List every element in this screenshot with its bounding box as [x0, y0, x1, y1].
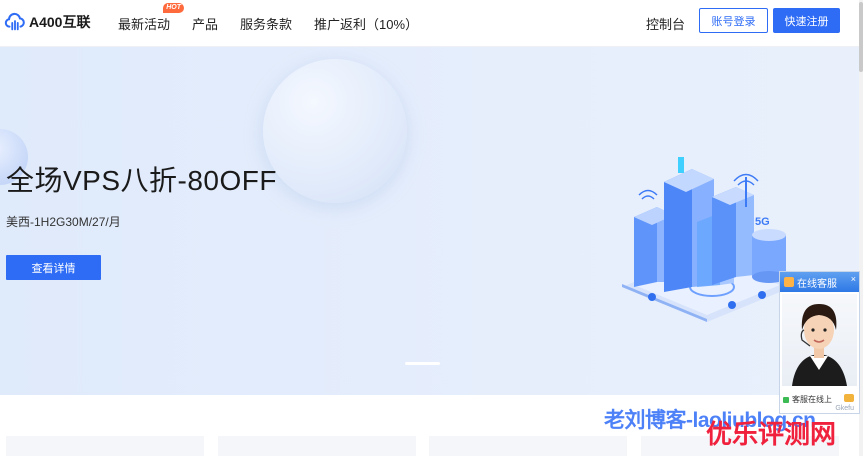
product-card[interactable] — [429, 436, 627, 456]
decorative-bubble — [263, 59, 407, 203]
nav-item-label: 最新活动 — [118, 17, 171, 32]
nav-item-label: 产品 — [192, 17, 219, 32]
watermark-review-site: 优乐评测网 — [706, 419, 837, 449]
view-details-button[interactable]: 查看详情 — [6, 255, 101, 280]
online-service-widget[interactable]: 在线客服 × 客服在线上 Gkefu — [779, 271, 860, 414]
agent-avatar — [782, 294, 857, 386]
hero-banner: 全场VPS八折-80OFF 美西-1H2G30M/27/月 查看详情 5G — [0, 47, 863, 395]
carousel-indicator[interactable] — [405, 362, 440, 365]
scrollbar-thumb[interactable] — [859, 2, 863, 72]
top-navbar: A400互联 最新活动 HOT 产品 服务条款 推广返利（10%） 控制台 账号… — [0, 0, 863, 47]
hot-badge: HOT — [163, 3, 185, 13]
register-button[interactable]: 快速注册 — [773, 8, 840, 33]
chat-status-label: 客服在线上 — [792, 395, 832, 404]
login-button[interactable]: 账号登录 — [699, 8, 768, 33]
hero-title: 全场VPS八折-80OFF — [6, 165, 277, 196]
hero-subtitle: 美西-1H2G30M/27/月 — [6, 215, 121, 229]
chat-title: 在线客服 — [797, 278, 837, 290]
nav-item-products[interactable]: 产品 — [192, 14, 218, 33]
city-illustration: 5G — [622, 157, 792, 322]
product-card[interactable] — [6, 436, 204, 456]
main-nav: 最新活动 HOT 产品 服务条款 推广返利（10%） — [118, 0, 440, 47]
message-bubble-icon[interactable] — [844, 394, 854, 402]
chat-icon — [784, 277, 794, 287]
logo-text: A400互联 — [29, 14, 91, 30]
five-g-label: 5G — [755, 216, 770, 228]
logo[interactable]: A400互联 — [4, 10, 90, 34]
chat-status: 客服在线上 — [783, 394, 832, 405]
cloud-logo-icon — [4, 12, 25, 31]
nav-item-label: 服务条款 — [240, 17, 293, 32]
console-link[interactable]: 控制台 — [646, 14, 685, 33]
nav-item-label: 推广返利（10%） — [314, 17, 419, 32]
chat-footer: Gkefu — [835, 405, 854, 412]
online-status-icon — [783, 396, 789, 403]
nav-item-terms[interactable]: 服务条款 — [240, 14, 292, 33]
chat-header[interactable]: 在线客服 × — [780, 272, 859, 292]
nav-item-latest-activity[interactable]: 最新活动 HOT — [118, 3, 185, 33]
close-icon[interactable]: × — [851, 274, 856, 284]
product-card[interactable] — [218, 436, 416, 456]
nav-item-referral[interactable]: 推广返利（10%） — [314, 14, 418, 33]
